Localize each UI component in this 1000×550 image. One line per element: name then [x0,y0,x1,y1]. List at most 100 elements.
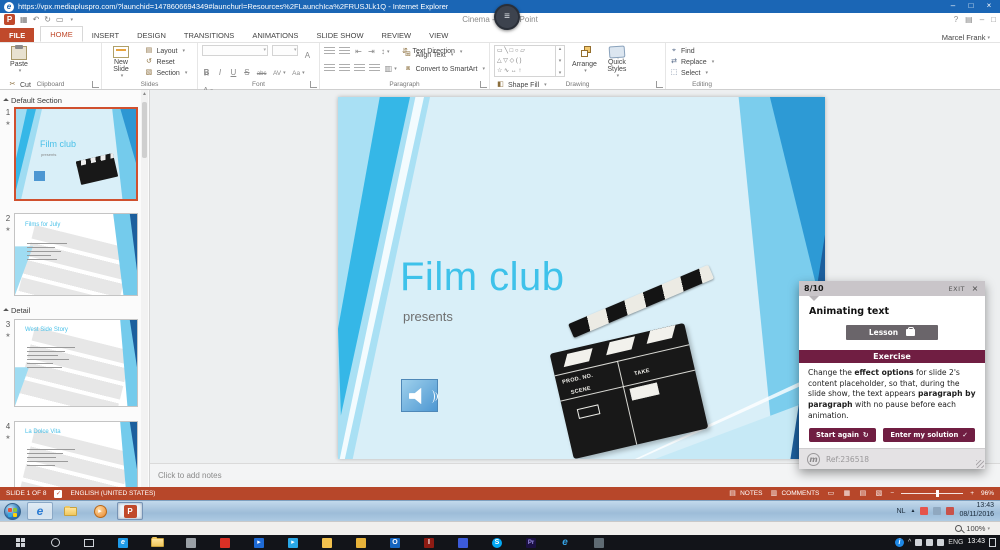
font-name-combo[interactable] [202,45,268,56]
pinned-app-gray[interactable] [582,538,616,548]
normal-view-button[interactable]: ▭ [826,489,835,498]
taskbar-explorer-button[interactable] [57,502,83,520]
layout-button[interactable]: ▤ Layout [144,46,187,56]
taskbar-powerpoint-button[interactable]: P [117,502,143,520]
help-button[interactable]: ? [954,15,958,24]
account-menu[interactable]: Marcel Frank [942,33,1000,42]
zoom-out-button[interactable]: − [890,490,894,497]
premiere-button[interactable]: Pr [514,538,548,548]
tab-review[interactable]: REVIEW [373,28,421,42]
pinned-app-blue[interactable] [446,538,480,548]
reading-view-button[interactable]: ▤ [858,489,867,498]
maximize-button[interactable]: □ [962,1,980,12]
increase-indent-button[interactable]: ⇥ [367,46,376,57]
thumbnail-scrollbar[interactable]: ▲ [141,90,148,487]
pinned-folder-1[interactable] [310,538,344,548]
find-button[interactable]: ⌖ Find [670,46,714,56]
edge-button[interactable]: e [106,538,140,548]
close-button[interactable]: × [980,1,998,12]
drawing-dialog-launcher[interactable] [656,81,663,88]
slide-canvas[interactable]: Film club presents PROD. NO. SCENE TAKE [338,97,825,459]
paste-button[interactable]: Paste [4,45,34,79]
tab-transitions[interactable]: TRANSITIONS [175,28,243,42]
quick-styles-button[interactable]: Quick Styles [604,45,630,79]
outlook-button[interactable]: O [378,538,412,548]
browser-zoom-level[interactable]: 100% [966,524,990,533]
columns-button[interactable]: ▥ [384,63,398,74]
start-again-button[interactable]: Start again ↻ [809,428,876,442]
tray-chevron[interactable]: ^ [908,539,911,546]
ribbon-display-button[interactable]: ▤ [965,15,973,24]
bold-button[interactable]: B [202,67,211,78]
volume-muted-icon[interactable] [946,507,954,515]
host-search-button[interactable] [38,538,72,547]
language-tray[interactable]: NL [897,508,906,515]
trainer-header[interactable]: 8/10 EXIT × [799,281,985,296]
host-explorer-button[interactable] [140,538,174,547]
slide-2-animation-star[interactable]: ★ [3,226,13,233]
grow-font-button[interactable]: A [303,50,312,61]
pinned-folder-2[interactable] [344,538,378,548]
lesson-button[interactable]: Lesson [846,325,938,340]
slideshow-view-button[interactable]: ▧ [874,489,883,498]
notification-center-icon[interactable] [989,538,996,547]
clapperboard-image[interactable]: PROD. NO. SCENE TAKE [560,297,730,457]
enter-solution-button[interactable]: Enter my solution ✓ [883,428,975,442]
tab-view[interactable]: VIEW [420,28,457,42]
align-text-button[interactable]: ⊞ Align Text [404,50,485,60]
host-start-button[interactable] [4,538,38,548]
justify-button[interactable] [369,64,380,73]
select-button[interactable]: ⬚ Select [670,68,714,78]
notes-toggle[interactable]: ▤ NOTES [728,489,762,498]
clipboard-dialog-launcher[interactable] [92,81,99,88]
align-right-button[interactable] [354,64,365,73]
section-button[interactable]: ▧ Section [144,68,187,78]
zoom-percentage[interactable]: 96% [981,490,994,497]
line-spacing-button[interactable]: ↕ [380,46,391,57]
tab-animations[interactable]: ANIMATIONS [243,28,307,42]
section-header-default[interactable]: Default Section [4,96,62,105]
new-slide-button[interactable]: New Slide [106,45,136,79]
paragraph-dialog-launcher[interactable] [480,81,487,88]
character-spacing-button[interactable]: AV [272,68,287,79]
comments-toggle[interactable]: ▥ COMMENTS [769,489,819,498]
audio-clip-object[interactable] [401,379,438,412]
trainer-menu-fab[interactable]: ≡ [494,4,520,30]
skype-button[interactable]: S [480,538,514,548]
zoom-in-button[interactable]: + [970,490,974,497]
tab-design[interactable]: DESIGN [128,28,175,42]
taskbar-ie-button[interactable]: e [27,502,53,520]
taskbar-media-button[interactable]: ▸ [87,502,113,520]
convert-smartart-button[interactable]: ⧈ Convert to SmartArt [404,64,485,74]
underline-button[interactable]: U [229,67,238,78]
spellcheck-icon[interactable]: ✓ [54,490,62,498]
network-icon[interactable] [933,507,941,515]
align-left-button[interactable] [324,64,335,73]
slide-title-text[interactable]: Film club [400,255,565,300]
trainer-exit-button[interactable]: EXIT [949,285,965,293]
host-network-icon[interactable] [915,539,922,546]
host-language[interactable]: ENG [948,539,963,546]
italic-button[interactable]: I [215,67,224,78]
start-orb[interactable] [4,503,21,520]
tab-insert[interactable]: INSERT [83,28,128,42]
font-size-combo[interactable] [272,45,298,56]
reset-button[interactable]: ↺ Reset [144,57,187,67]
movies-tv-button[interactable]: ▸ [242,538,276,548]
language-indicator[interactable]: ENGLISH (UNITED STATES) [70,490,155,497]
info-tray-icon[interactable]: i [895,538,904,547]
strikethrough-button[interactable]: abc [256,69,268,80]
touch-keyboard-icon[interactable] [937,539,944,546]
slide-subtitle-text[interactable]: presents [403,309,453,324]
pinned-app-dark-red[interactable]: I [412,538,446,548]
shapes-gallery[interactable]: ▭ ╲ □ ○ ▱ △ ▽ ◇ ( ) ☆ ∿ ↔ ↑ [494,45,556,77]
remote-clock[interactable]: 13:43 08/11/2016 [959,502,996,520]
host-ie-button[interactable]: e [548,538,582,548]
resize-handle[interactable] [976,460,984,468]
tab-file[interactable]: FILE [0,28,34,42]
numbering-button[interactable] [339,47,350,56]
slide-1-thumbnail[interactable]: Film club presents [14,107,138,201]
font-dialog-launcher[interactable] [310,81,317,88]
shadow-button[interactable]: S [242,67,251,78]
slide-1-animation-star[interactable]: ★ [3,120,13,127]
